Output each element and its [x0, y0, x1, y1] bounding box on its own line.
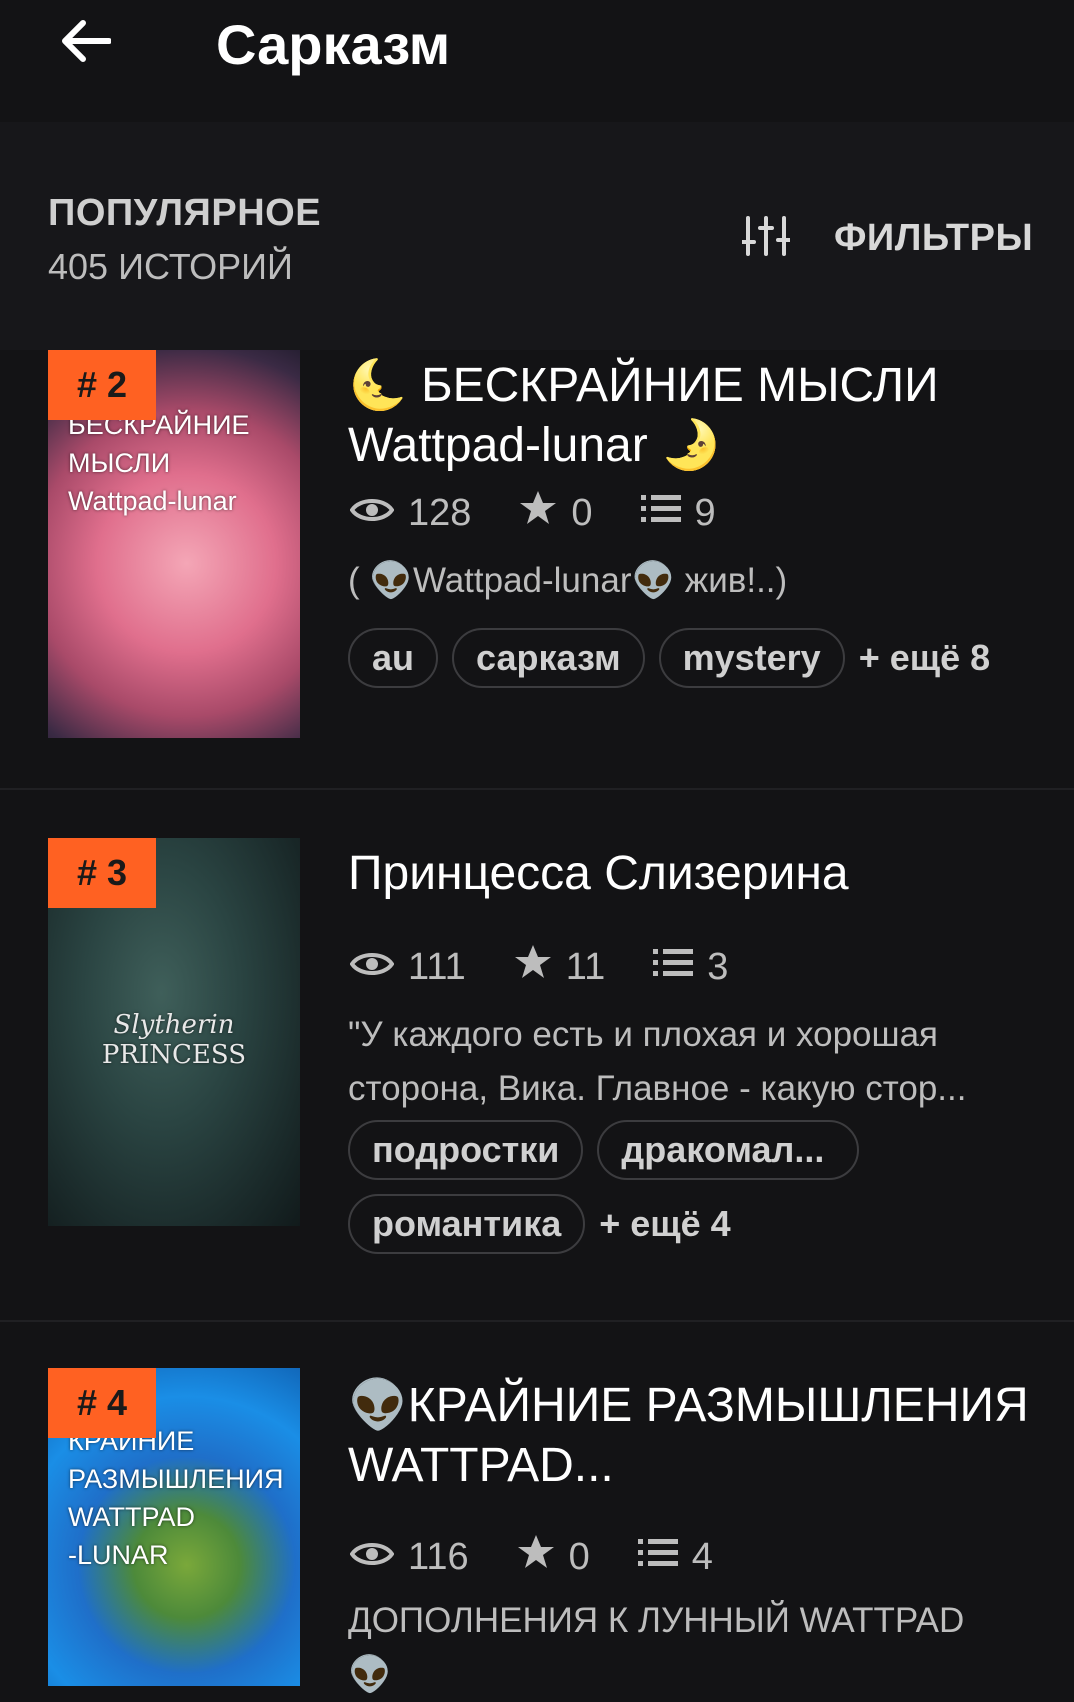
divider — [0, 788, 1074, 790]
tag-chip[interactable]: романтика — [348, 1194, 586, 1254]
views-count: 111 — [408, 945, 466, 988]
more-tags-link[interactable]: + ещё 4 — [599, 1203, 730, 1245]
votes-stat: 0 — [519, 490, 593, 536]
tag-chip[interactable]: au — [348, 628, 439, 688]
cover-line: PRINCESS — [101, 1040, 247, 1070]
sort-label[interactable]: ПОПУЛЯРНОЕ — [48, 192, 321, 235]
cover-line: Wattpad-lunar — [68, 486, 237, 516]
list-icon — [653, 946, 694, 989]
story-title[interactable]: 🌜 БЕСКРАЙНИЕ МЫСЛИ Wattpad-lunar 🌛 — [348, 356, 1038, 476]
rank-badge: # 3 — [48, 838, 156, 908]
tag-list: au сарказм mystery + ещё 8 — [348, 628, 1038, 688]
rank-badge: # 4 — [48, 1368, 156, 1438]
list-icon — [637, 1536, 678, 1579]
votes-count: 0 — [571, 491, 593, 534]
cover-caption: КРАЙНИЕ РАЗМЫШЛЕНИЯ WATTPAD -LUNAR — [68, 1422, 284, 1574]
story-card[interactable]: БЕСКРАЙНИЕ МЫСЛИ Wattpad-lunar # 2 🌜 БЕС… — [0, 350, 1074, 788]
story-card[interactable]: КРАЙНИЕ РАЗМЫШЛЕНИЯ WATTPAD -LUNAR # 4 👽… — [0, 1368, 1074, 1694]
cover-caption: Slytherin PRINCESS — [48, 1010, 300, 1070]
sliders-icon — [740, 214, 792, 263]
votes-stat: 0 — [517, 1534, 590, 1580]
eye-icon — [349, 1536, 395, 1579]
eye-icon — [349, 946, 395, 989]
parts-count: 3 — [707, 945, 729, 988]
parts-stat: 3 — [653, 946, 728, 989]
page-title: Сарказм — [216, 13, 451, 76]
more-tags-link[interactable]: + ещё 8 — [859, 637, 990, 679]
list-icon — [640, 492, 681, 535]
views-stat: 128 — [349, 491, 472, 535]
eye-icon — [349, 492, 395, 535]
parts-stat: 9 — [640, 491, 716, 535]
tag-chip[interactable]: дракомал... — [597, 1120, 860, 1180]
cover-line: -LUNAR — [68, 1540, 169, 1570]
parts-count: 9 — [694, 491, 716, 534]
parts-stat: 4 — [637, 1535, 713, 1579]
views-stat: 116 — [349, 1535, 469, 1579]
story-count: 405 ИСТОРИЙ — [48, 246, 293, 287]
back-button[interactable] — [54, 12, 116, 74]
filters-button[interactable]: ФИЛЬТРЫ — [740, 210, 1034, 266]
story-cover[interactable]: КРАЙНИЕ РАЗМЫШЛЕНИЯ WATTPAD -LUNAR # 4 — [48, 1368, 300, 1686]
cover-caption: БЕСКРАЙНИЕ МЫСЛИ Wattpad-lunar — [68, 406, 250, 520]
cover-line: WATTPAD — [68, 1502, 195, 1532]
story-stats: 116 0 4 — [349, 1534, 761, 1580]
cover-line: МЫСЛИ — [68, 448, 171, 478]
parts-count: 4 — [691, 1535, 713, 1578]
votes-count: 0 — [568, 1535, 590, 1578]
tag-chip[interactable]: подростки — [348, 1120, 584, 1180]
story-stats: 128 0 9 — [349, 490, 764, 536]
star-icon — [517, 1534, 555, 1580]
votes-count: 11 — [565, 945, 606, 988]
tag-chip[interactable]: сарказм — [452, 628, 645, 688]
story-cover[interactable]: БЕСКРАЙНИЕ МЫСЛИ Wattpad-lunar # 2 — [48, 350, 300, 738]
story-cover[interactable]: Slytherin PRINCESS # 3 — [48, 838, 300, 1226]
rank-badge: # 2 — [48, 350, 156, 420]
arrow-left-icon — [59, 19, 112, 68]
views-stat: 111 — [349, 945, 466, 989]
tag-list: подростки дракомал... романтика + ещё 4 — [348, 1120, 908, 1254]
views-count: 128 — [408, 491, 472, 534]
tag-chip[interactable]: mystery — [658, 628, 845, 688]
story-description: ( 👽Wattpad-lunar👽 жив!..) — [348, 561, 788, 600]
story-stats: 111 11 3 — [349, 944, 776, 990]
star-icon — [519, 490, 557, 536]
story-card[interactable]: Slytherin PRINCESS # 3 Принцесса Слизери… — [0, 838, 1074, 1320]
views-count: 116 — [408, 1535, 469, 1578]
cover-line: Slytherin — [113, 1010, 235, 1040]
star-icon — [514, 944, 552, 990]
story-title[interactable]: 👽КРАЙНИЕ РАЗМЫШЛЕНИЯ WATTPAD... — [348, 1376, 1038, 1496]
story-description: "У каждого есть и плохая и хорошая сторо… — [348, 1015, 967, 1108]
votes-stat: 11 — [514, 944, 605, 990]
story-title[interactable]: Принцесса Слизерина — [348, 844, 1038, 904]
top-bar: Сарказм — [0, 0, 1074, 122]
cover-line: РАЗМЫШЛЕНИЯ — [68, 1464, 284, 1494]
divider — [0, 1320, 1074, 1322]
filters-label: ФИЛЬТРЫ — [834, 216, 1034, 259]
